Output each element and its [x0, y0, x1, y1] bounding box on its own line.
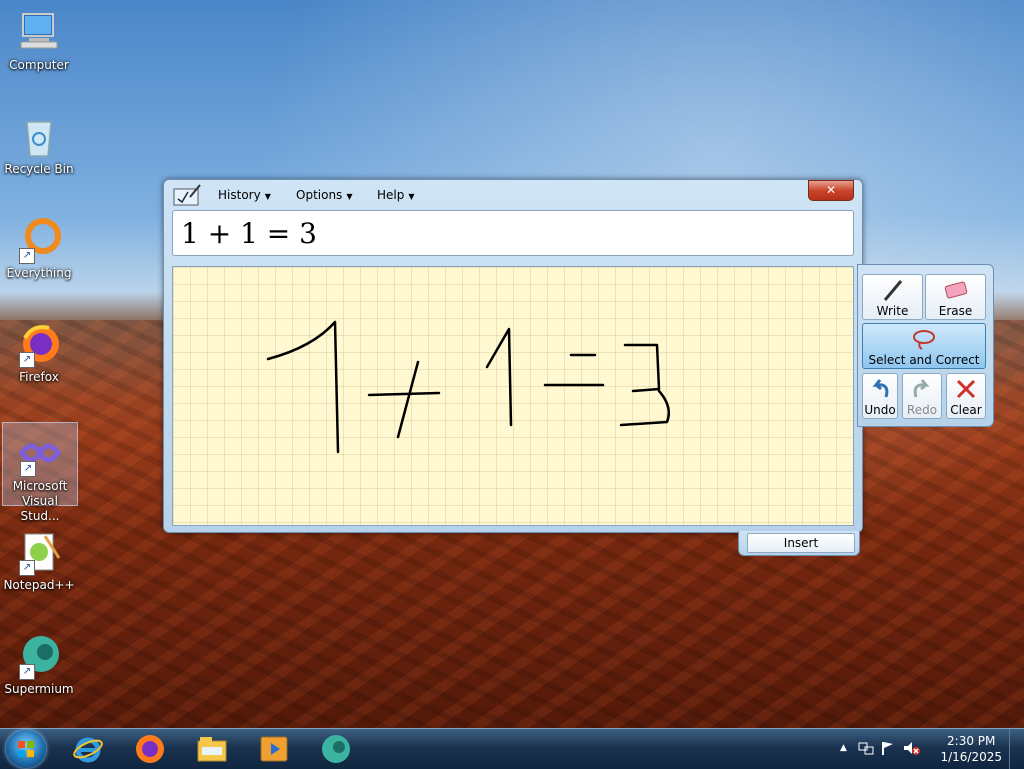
desktop-icon-recycle-bin[interactable]: Recycle Bin [2, 106, 76, 177]
taskbar: ▲ 2:30 PM 1/16/2025 [0, 728, 1024, 769]
action-center-flag-icon[interactable] [880, 740, 896, 759]
tool-panel: Write Erase Select and Correct Undo Redo… [857, 264, 994, 427]
write-label: Write [876, 304, 909, 318]
visual-studio-icon: ↗ [16, 429, 64, 477]
show-hidden-icons-button[interactable]: ▲ [840, 743, 847, 753]
start-button[interactable] [6, 730, 46, 768]
menu-label: Help [377, 188, 405, 202]
show-desktop-button[interactable] [1009, 729, 1024, 769]
everything-icon: ↗ [15, 216, 63, 264]
menu-help[interactable]: Help ▼ [377, 188, 415, 202]
notepad-plus-plus-icon: ↗ [15, 528, 63, 576]
undo-button[interactable]: Undo [862, 373, 898, 419]
select-and-correct-label: Select and Correct [868, 353, 980, 367]
redo-icon [913, 379, 930, 398]
preview-text: 1 + 1 = 3 [181, 217, 317, 250]
taskbar-supermium[interactable] [320, 733, 352, 765]
firefox-icon [136, 735, 164, 763]
chevron-down-icon: ▼ [264, 192, 271, 201]
menu-label: Options [296, 188, 343, 202]
supermium-icon [322, 735, 350, 763]
erase-button[interactable]: Erase [925, 274, 986, 320]
desktop-icon-everything[interactable]: ↗ Everything [2, 210, 76, 281]
clock-date: 1/16/2025 [940, 750, 1002, 764]
menu-label: History [218, 188, 261, 202]
close-button[interactable]: ✕ [808, 180, 854, 201]
desktop-icon-label: Recycle Bin [4, 162, 74, 176]
clear-label: Clear [950, 403, 982, 417]
desktop-icon-label: Computer [9, 58, 69, 72]
select-and-correct-button[interactable]: Select and Correct [862, 323, 986, 369]
recognized-preview: 1 + 1 = 3 [172, 210, 854, 256]
clear-x-icon [956, 379, 976, 399]
recycle-bin-icon [15, 112, 63, 160]
menu-options[interactable]: Options ▼ [296, 188, 352, 202]
taskbar-firefox[interactable] [134, 733, 166, 765]
desktop-icon-computer[interactable]: Computer [2, 2, 76, 73]
taskbar-internet-explorer[interactable] [72, 733, 104, 765]
system-tray: ▲ 2:30 PM 1/16/2025 [834, 729, 1024, 769]
volume-muted-icon[interactable] [902, 740, 920, 759]
handwritten-ink [266, 320, 670, 454]
desktop-icon-label: Supermium [4, 682, 74, 696]
taskbar-file-explorer[interactable] [196, 733, 228, 765]
desktop-icon-firefox[interactable]: ↗ Firefox [2, 314, 76, 385]
shortcut-arrow-icon: ↗ [19, 664, 35, 680]
insert-button[interactable]: Insert [747, 533, 855, 553]
internet-explorer-icon [73, 737, 103, 763]
windows-logo-icon [18, 741, 34, 757]
shortcut-arrow-icon: ↗ [19, 560, 35, 576]
ink-stroke-1b [485, 327, 513, 427]
desktop-icon-supermium[interactable]: ↗ Supermium [2, 626, 76, 697]
undo-icon [872, 379, 889, 398]
pen-icon [883, 280, 902, 301]
undo-label: Undo [864, 403, 896, 417]
network-icon[interactable] [858, 740, 874, 759]
menu-bar: History ▼ Options ▼ Help ▼ ✕ [164, 180, 862, 210]
file-explorer-icon [197, 737, 227, 762]
insert-tab: Insert [738, 531, 860, 556]
desktop-icon-visual-studio[interactable]: ↗ Microsoft Visual Stud... [2, 422, 78, 523]
math-input-panel-icon [172, 183, 202, 207]
redo-button[interactable]: Redo [902, 373, 942, 419]
taskbar-media-player[interactable] [258, 733, 290, 765]
desktop-icon-label: Everything [6, 266, 72, 280]
supermium-icon: ↗ [15, 632, 63, 680]
eraser-icon [944, 281, 967, 299]
desktop-icon-notepad-plus-plus[interactable]: ↗ Notepad++ [2, 522, 76, 593]
write-button[interactable]: Write [862, 274, 923, 320]
lasso-icon [913, 330, 935, 350]
shortcut-arrow-icon: ↗ [19, 352, 35, 368]
ink-stroke-3 [619, 343, 670, 427]
desktop-icon-label: Microsoft Visual Stud... [12, 479, 68, 523]
menu-history[interactable]: History ▼ [218, 188, 271, 202]
ink-stroke-plus-v [396, 360, 420, 439]
desktop-icon-label: Firefox [19, 370, 59, 384]
chevron-down-icon: ▼ [408, 192, 415, 201]
firefox-icon: ↗ [15, 320, 63, 368]
shortcut-arrow-icon: ↗ [19, 248, 35, 264]
close-icon: ✕ [825, 183, 837, 197]
ink-stroke-plus-h [367, 391, 441, 397]
shortcut-arrow-icon: ↗ [20, 461, 36, 477]
media-player-icon [260, 736, 288, 762]
ink-stroke-1 [266, 320, 340, 454]
clock[interactable]: 2:30 PM 1/16/2025 [940, 733, 1002, 765]
math-input-panel-window: History ▼ Options ▼ Help ▼ ✕ 1 + 1 = 3 [163, 179, 863, 533]
erase-label: Erase [938, 304, 973, 318]
clear-button[interactable]: Clear [946, 373, 986, 419]
computer-icon [15, 8, 63, 56]
redo-label: Redo [906, 403, 938, 417]
chevron-down-icon: ▼ [346, 192, 353, 201]
writing-area[interactable] [172, 266, 854, 526]
desktop-icon-label: Notepad++ [3, 578, 75, 592]
clock-time: 2:30 PM [947, 734, 996, 748]
